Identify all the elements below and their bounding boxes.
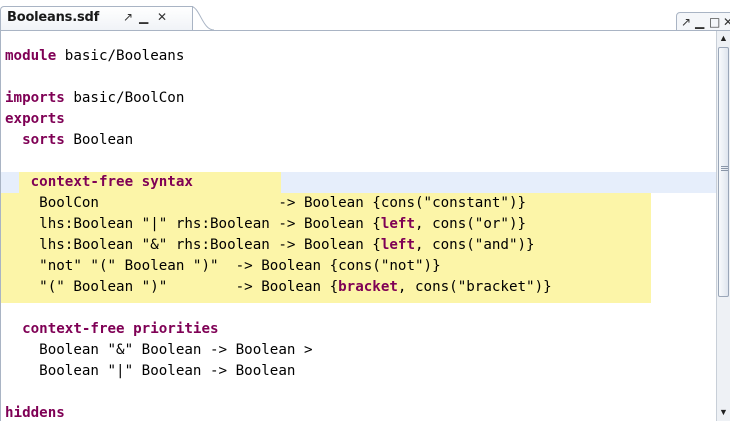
close-icon[interactable]: ✕ — [723, 15, 730, 29]
code-line: hiddens — [5, 403, 65, 421]
keyword-token: context-free syntax — [30, 174, 193, 190]
code-token: "(" Boolean ")" -> Boolean { — [5, 279, 339, 295]
scrollbar-thumb[interactable] — [718, 47, 729, 297]
code-line: "(" Boolean ")" -> Boolean {bracket, con… — [5, 277, 552, 298]
code-token: Boolean — [64, 132, 134, 148]
pin-icon[interactable]: ↗ — [123, 10, 133, 24]
code-line: lhs:Boolean "|" rhs:Boolean -> Boolean {… — [5, 214, 526, 235]
code-line: BoolCon -> Boolean {cons("constant")} — [5, 193, 526, 214]
code-line: module basic/Booleans — [5, 46, 184, 67]
code-token: lhs:Boolean "|" rhs:Boolean -> Boolean { — [5, 216, 381, 232]
code-line: context-free syntax — [5, 172, 193, 193]
code-editor[interactable]: module basic/Booleans imports basic/BoolC… — [0, 31, 716, 421]
close-icon[interactable]: ✕ — [157, 10, 167, 24]
code-token: , cons("bracket")} — [397, 279, 552, 295]
code-line: Boolean "|" Boolean -> Boolean — [5, 361, 295, 382]
code-line: exports — [5, 109, 65, 130]
code-token: Boolean "|" Boolean -> Boolean — [5, 363, 296, 379]
scroll-up-icon[interactable]: ▲ — [717, 31, 730, 45]
tab-booleans-sdf[interactable]: Booleans.sdf ↗ ▁ ✕ — [0, 6, 193, 30]
keyword-token: context-free priorities — [22, 321, 219, 337]
keyword-token: exports — [5, 111, 65, 127]
code-line: context-free priorities — [5, 319, 219, 340]
code-line: sorts Boolean — [5, 130, 133, 151]
code-token: "not" "(" Boolean ")" -> Boolean {cons("… — [5, 258, 441, 274]
keyword-token: hiddens — [5, 405, 65, 421]
maximize-icon[interactable]: □ — [709, 15, 720, 29]
scroll-down-icon[interactable]: ▼ — [717, 405, 730, 419]
code-line: "not" "(" Boolean ")" -> Boolean {cons("… — [5, 256, 441, 277]
keyword-token: left — [380, 237, 416, 253]
code-line: lhs:Boolean "&" rhs:Boolean -> Boolean {… — [5, 235, 535, 256]
view-controls: ↗ ▁ □ ✕ — [676, 12, 730, 32]
tab-edge-decoration — [190, 6, 214, 30]
code-token: Boolean "&" Boolean -> Boolean > — [5, 342, 313, 358]
code-line: imports basic/BoolCon — [5, 88, 184, 109]
minimize-icon[interactable]: ▁ — [139, 10, 148, 24]
vertical-scrollbar[interactable]: ▲ ▼ — [716, 31, 730, 421]
keyword-token: left — [380, 216, 416, 232]
code-token: , cons("and")} — [415, 237, 535, 253]
code-token: basic/BoolCon — [64, 90, 185, 106]
keyword-token: sorts — [22, 132, 65, 148]
keyword-token: imports — [5, 90, 65, 106]
tab-title: Booleans.sdf — [7, 10, 100, 25]
keyword-token: bracket — [338, 279, 398, 295]
code-token: lhs:Boolean "&" rhs:Boolean -> Boolean { — [5, 237, 381, 253]
code-token: BoolCon -> Boolean {cons("constant")} — [5, 195, 527, 211]
minimize-icon[interactable]: ▁ — [695, 15, 704, 29]
code-token: , cons("or")} — [415, 216, 527, 232]
editor-tab-bar: Booleans.sdf ↗ ▁ ✕ ↗ ▁ □ ✕ — [0, 0, 730, 32]
code-line: Boolean "&" Boolean -> Boolean > — [5, 340, 313, 361]
keyword-token: module — [5, 48, 57, 64]
code-token: basic/Booleans — [56, 48, 185, 64]
pin-icon[interactable]: ↗ — [681, 15, 691, 29]
